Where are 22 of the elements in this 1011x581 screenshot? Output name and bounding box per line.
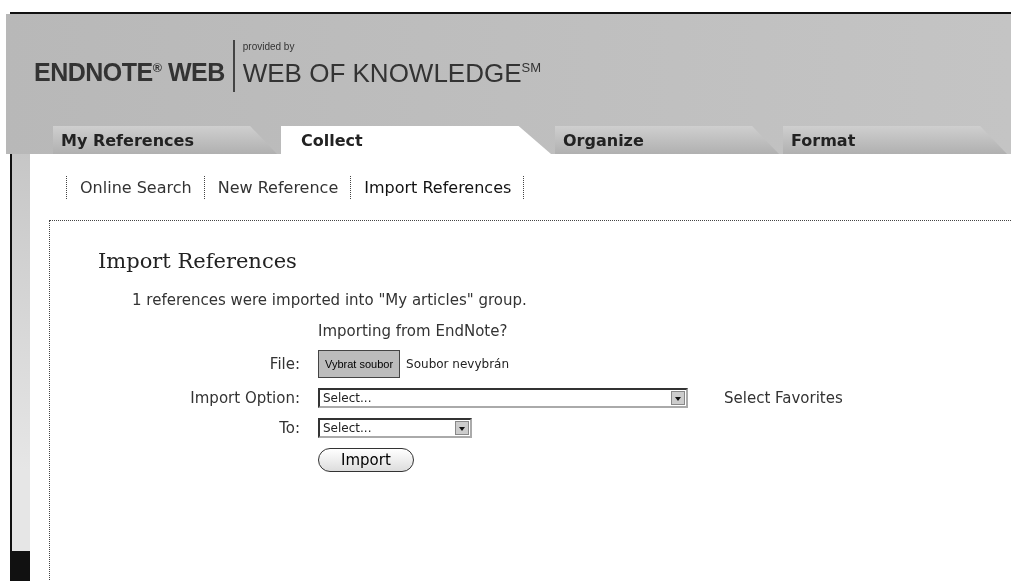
subnav-link[interactable]: Online Search	[66, 175, 204, 199]
select-favorites-link[interactable]: Select Favorites	[724, 389, 843, 407]
tab[interactable]: My References	[53, 126, 277, 154]
page-heading: Import References	[98, 249, 298, 273]
subnav-link[interactable]: New Reference	[203, 175, 351, 199]
logo-text: ENDNOTE$^{®}$ WEB	[34, 57, 225, 88]
import-button[interactable]: Import	[318, 448, 414, 472]
choose-file-button[interactable]: Vybrat soubor	[318, 350, 401, 378]
status-message: 1 references were imported into "My articles" group.	[132, 291, 528, 309]
file-status: Soubor nevybrán	[406, 357, 510, 371]
logo-text: WEB OF KNOWLEDGE$^{SM}$	[242, 57, 542, 90]
import-option-dropdown[interactable]: Select...	[318, 388, 688, 408]
tab[interactable]: Organize	[555, 126, 779, 154]
field-label: To:	[278, 419, 300, 437]
field-label: File:	[268, 355, 300, 373]
field-label: Import Option:	[189, 389, 300, 407]
tab[interactable]: Collect	[281, 126, 551, 154]
endnote-link[interactable]: Importing from EndNote?	[318, 322, 508, 340]
group-dropdown[interactable]: Select...	[318, 418, 472, 438]
logo-caption: provided by	[242, 41, 296, 54]
tab[interactable]: Format	[783, 126, 1007, 154]
subnav-link[interactable]: Import References	[350, 175, 525, 199]
